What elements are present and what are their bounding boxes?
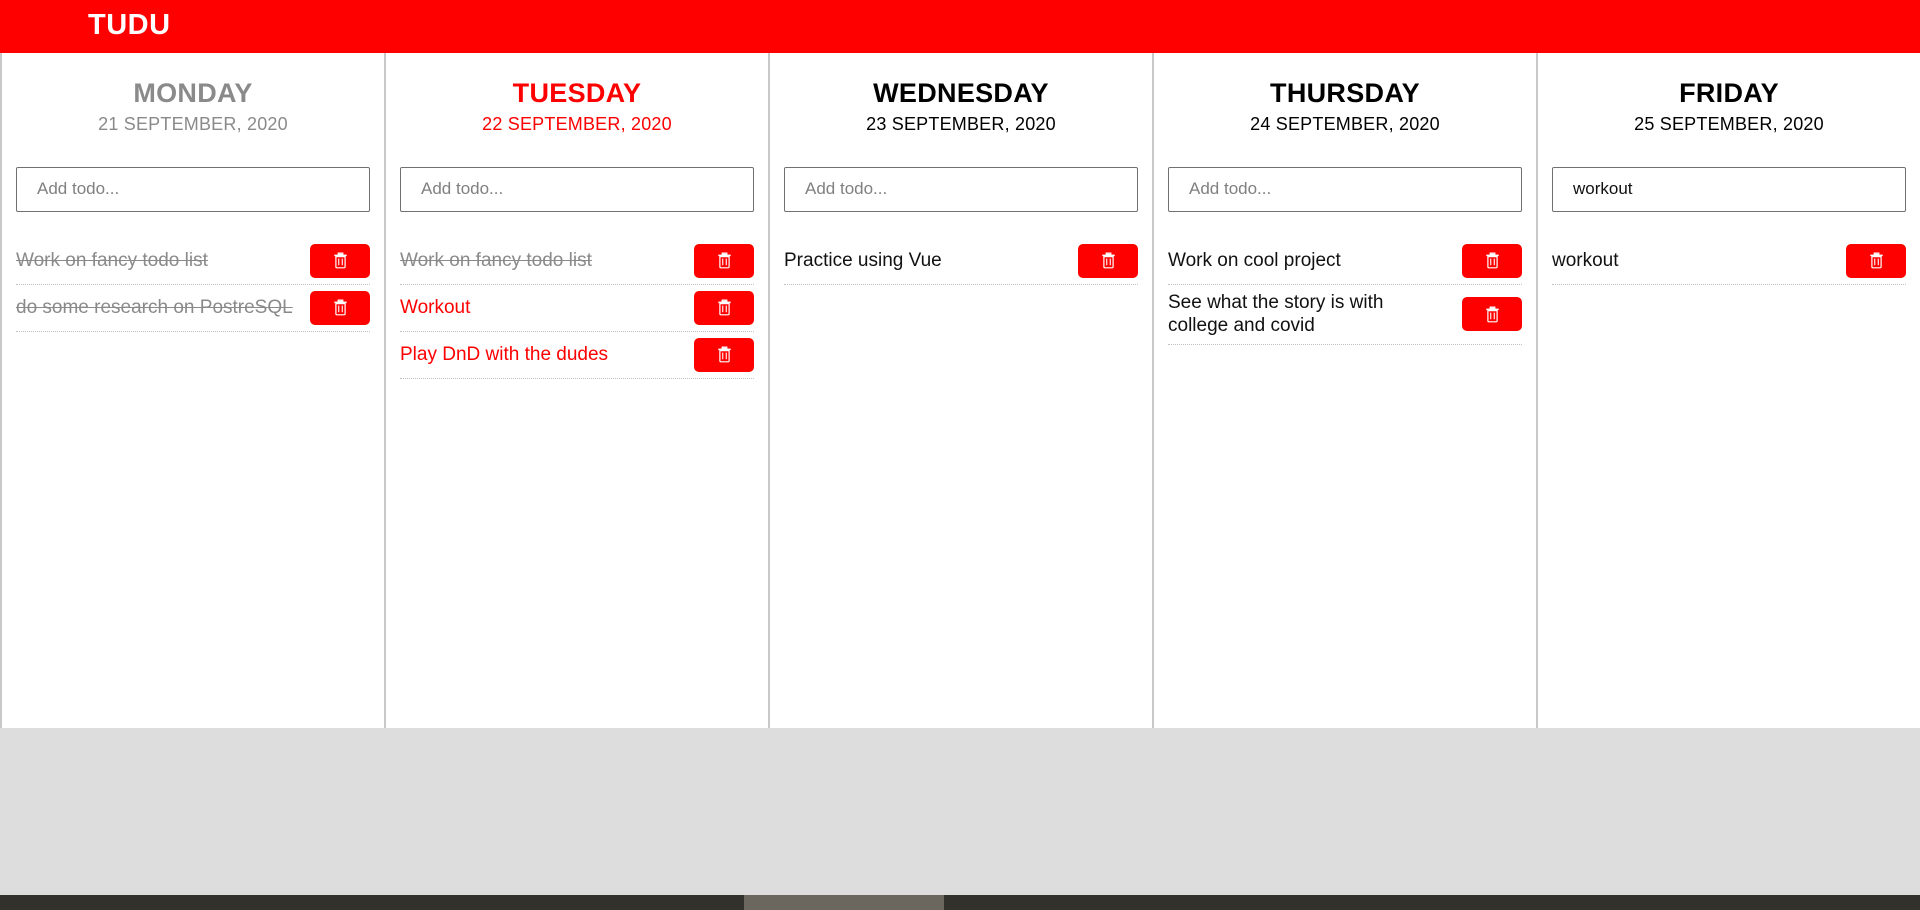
trash-icon (717, 299, 732, 316)
day-date: 22 SEPTEMBER, 2020 (482, 113, 672, 134)
day-name: FRIDAY (1679, 78, 1779, 108)
trash-icon (1869, 252, 1884, 269)
day-header: THURSDAY 24 SEPTEMBER, 2020 (1167, 53, 1523, 135)
add-todo-row (399, 166, 755, 212)
todo-text[interactable]: Work on fancy todo list (16, 249, 300, 273)
delete-todo-button[interactable] (310, 290, 370, 325)
day-column-thursday: THURSDAY 24 SEPTEMBER, 2020 Work on cool p… (1154, 53, 1538, 728)
todo-list: Practice using Vue (783, 238, 1139, 285)
trash-icon (717, 252, 732, 269)
trash-icon (333, 299, 348, 316)
todo-item: Work on fancy todo list (400, 238, 754, 285)
todo-text[interactable]: Work on fancy todo list (400, 249, 684, 273)
day-date: 23 SEPTEMBER, 2020 (866, 113, 1056, 134)
todo-list: Work on fancy todo list do some research … (15, 238, 371, 332)
day-name: TUESDAY (512, 78, 642, 108)
add-todo-input[interactable] (16, 166, 370, 212)
todo-text[interactable]: Work on cool project (1168, 249, 1452, 273)
day-column-tuesday: TUESDAY 22 SEPTEMBER, 2020 Work on fancy t… (386, 53, 770, 728)
delete-todo-button[interactable] (694, 337, 754, 372)
add-todo-input[interactable] (400, 166, 754, 212)
todo-text[interactable]: See what the story is with college and c… (1168, 291, 1452, 339)
todo-list: Work on cool project See what the story i… (1167, 238, 1523, 346)
add-todo-input[interactable] (1552, 166, 1906, 212)
add-todo-input[interactable] (784, 166, 1138, 212)
todo-item: Work on fancy todo list (16, 238, 370, 285)
os-taskbar (0, 895, 1920, 910)
taskbar-active-window[interactable] (744, 895, 944, 910)
delete-todo-button[interactable] (694, 290, 754, 325)
todo-item: See what the story is with college and c… (1168, 285, 1522, 346)
todo-text[interactable]: Practice using Vue (784, 249, 1068, 273)
todo-item: Practice using Vue (784, 238, 1138, 285)
day-column-friday: FRIDAY 25 SEPTEMBER, 2020 workout (1538, 53, 1920, 728)
add-todo-row (1167, 166, 1523, 212)
trash-icon (717, 346, 732, 363)
day-name: WEDNESDAY (873, 78, 1049, 108)
tudu-app: TUDU MONDAY 21 SEPTEMBER, 2020 Work on fan… (0, 0, 1920, 910)
delete-todo-button[interactable] (310, 243, 370, 278)
todo-text[interactable]: workout (1552, 249, 1836, 273)
add-todo-row (1551, 166, 1907, 212)
todo-list: workout (1551, 238, 1907, 285)
todo-list: Work on fancy todo list Workout Play DnD w… (399, 238, 755, 379)
todo-item: Play DnD with the dudes (400, 332, 754, 379)
add-todo-input[interactable] (1168, 166, 1522, 212)
delete-todo-button[interactable] (694, 243, 754, 278)
delete-todo-button[interactable] (1846, 243, 1906, 278)
trash-icon (1485, 306, 1500, 323)
day-header: TUESDAY 22 SEPTEMBER, 2020 (399, 53, 755, 135)
day-name: THURSDAY (1270, 78, 1420, 108)
todo-item: Work on cool project (1168, 238, 1522, 285)
todo-text[interactable]: do some research on PostreSQL (16, 296, 300, 320)
app-header: TUDU (0, 0, 1920, 53)
day-column-wednesday: WEDNESDAY 23 SEPTEMBER, 2020 Practice usin… (770, 53, 1154, 728)
todo-item: Workout (400, 285, 754, 332)
day-header: WEDNESDAY 23 SEPTEMBER, 2020 (783, 53, 1139, 135)
day-date: 25 SEPTEMBER, 2020 (1634, 113, 1824, 134)
trash-icon (1485, 252, 1500, 269)
todo-item: workout (1552, 238, 1906, 285)
trash-icon (333, 252, 348, 269)
add-todo-row (15, 166, 371, 212)
day-date: 21 SEPTEMBER, 2020 (98, 113, 288, 134)
day-header: FRIDAY 25 SEPTEMBER, 2020 (1551, 53, 1907, 135)
todo-text[interactable]: Play DnD with the dudes (400, 343, 684, 367)
day-column-monday: MONDAY 21 SEPTEMBER, 2020 Work on fancy to… (0, 53, 386, 728)
delete-todo-button[interactable] (1462, 297, 1522, 332)
day-header: MONDAY 21 SEPTEMBER, 2020 (15, 53, 371, 135)
trash-icon (1101, 252, 1116, 269)
page-bottom-area (0, 728, 1920, 895)
todo-text[interactable]: Workout (400, 296, 684, 320)
delete-todo-button[interactable] (1078, 243, 1138, 278)
day-name: MONDAY (133, 78, 253, 108)
week-board: MONDAY 21 SEPTEMBER, 2020 Work on fancy to… (0, 53, 1920, 728)
app-title: TUDU (88, 9, 171, 41)
delete-todo-button[interactable] (1462, 243, 1522, 278)
todo-item: do some research on PostreSQL (16, 285, 370, 332)
day-date: 24 SEPTEMBER, 2020 (1250, 113, 1440, 134)
add-todo-row (783, 166, 1139, 212)
